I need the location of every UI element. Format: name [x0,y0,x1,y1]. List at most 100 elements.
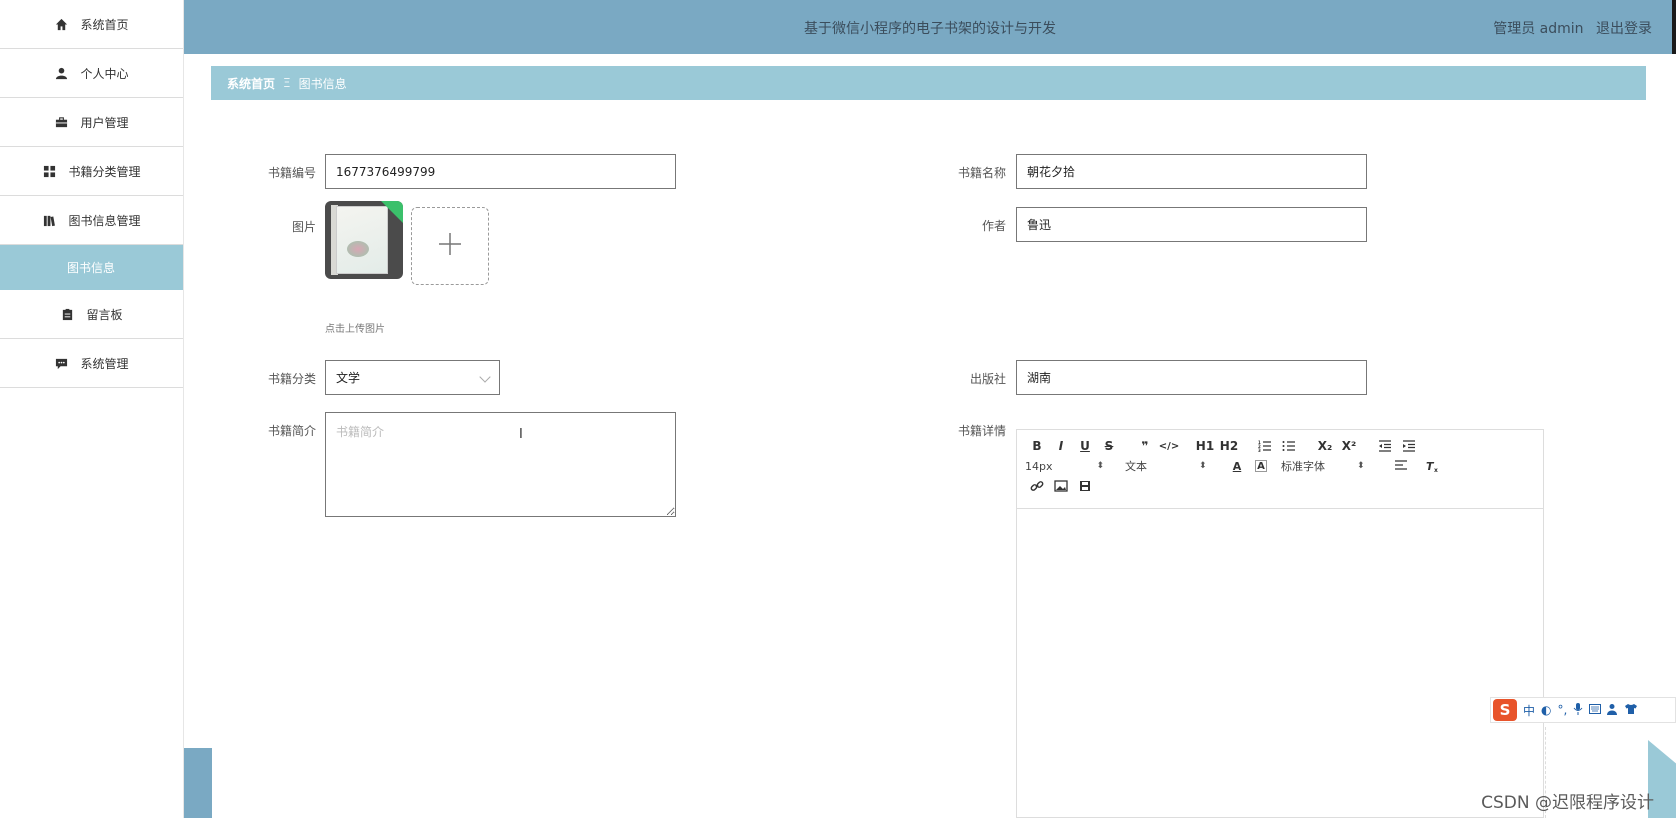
outdent-icon[interactable] [1373,437,1397,455]
subscript-button[interactable]: X₂ [1313,437,1337,455]
category-selected-value: 文学 [336,371,361,385]
chevron-down-icon [479,371,491,383]
font-family-select[interactable]: 标准字体 ⬍ [1281,458,1389,474]
text-cursor-icon: I [519,427,523,442]
superscript-button[interactable]: X² [1337,437,1361,455]
text-type-select[interactable]: 文本 ⬍ [1125,458,1225,474]
select-arrows-icon: ⬍ [1096,461,1105,471]
breadcrumb-home[interactable]: 系统首页 [227,75,275,92]
heading1-button[interactable]: H1 [1193,437,1217,455]
author-input[interactable]: 鲁迅 [1016,207,1367,242]
plus-icon [437,231,463,261]
sidebar-item-system[interactable]: 系统管理 [0,339,183,388]
sidebar-item-label: 用户管理 [80,115,129,130]
microphone-icon[interactable] [1573,702,1583,718]
editor-toolbar: B I U S ❞ </> H1 H2 123 X₂ X² 14px ⬍ 文本 … [1017,430,1543,509]
sidebar-subitem-label: 图书信息 [67,261,116,275]
grid-icon [42,164,56,178]
background-color-icon[interactable]: A [1255,460,1267,472]
strike-button[interactable]: S [1097,437,1121,455]
book-cover [337,207,387,273]
top-header: 基于微信小程序的电子书架的设计与开发 管理员 admin 退出登录 [184,0,1676,54]
toolbar-row-1: B I U S ❞ </> H1 H2 123 X₂ X² [1025,436,1535,456]
text-type-value: 文本 [1125,460,1147,473]
category-label: 书籍分类 [267,372,316,386]
breadcrumb: 系统首页 Ξ 图书信息 [211,66,1646,100]
breadcrumb-current: 图书信息 [298,76,347,91]
sidebar-item-profile[interactable]: 个人中心 [0,49,183,98]
toolbar-row-3 [1025,476,1535,496]
sidebar-item-label: 系统首页 [80,17,129,32]
ordered-list-icon[interactable]: 123 [1253,437,1277,455]
book-name-input[interactable]: 朝花夕拾 [1016,154,1367,189]
books-icon [42,213,56,227]
font-family-value: 标准字体 [1281,460,1325,473]
breadcrumb-separator: Ξ [283,76,291,90]
cover-illustration [347,241,369,257]
intro-label: 书籍简介 [267,424,316,438]
category-select[interactable]: 文学 [325,360,500,395]
keyboard-icon[interactable] [1589,703,1602,717]
indent-icon[interactable] [1397,437,1421,455]
toolbar-row-2: 14px ⬍ 文本 ⬍ A A 标准字体 ⬍ Tx [1025,456,1535,476]
sidebar-item-home[interactable]: 系统首页 [0,0,183,49]
watermark: CSDN @迟限程序设计 [1481,793,1654,813]
publisher-input[interactable]: 湖南 [1016,360,1367,395]
clear-format-icon[interactable]: Tx [1421,457,1445,475]
font-size-value: 14px [1025,459,1053,473]
book-no-input[interactable]: 1677376499799 [325,154,676,189]
sidebar-item-label: 图书信息管理 [68,213,141,228]
select-arrows-icon: ⬍ [1199,461,1207,471]
image-label: 图片 [291,220,316,234]
sidebar-item-label: 系统管理 [80,356,129,371]
heading2-button[interactable]: H2 [1217,437,1241,455]
detail-label: 书籍详情 [957,424,1006,438]
user-role: 管理员 admin [1493,21,1584,37]
italic-button[interactable]: I [1049,437,1073,455]
background-decoration-left [184,748,212,818]
sidebar-item-label: 留言板 [86,307,123,322]
underline-button[interactable]: U [1073,437,1097,455]
font-color-icon[interactable]: A [1225,457,1249,475]
book-name-label: 书籍名称 [957,166,1006,180]
font-size-select[interactable]: 14px ⬍ [1025,460,1125,473]
sidebar-item-books[interactable]: 图书信息管理 [0,196,183,245]
video-icon[interactable] [1073,477,1097,495]
sidebar: 系统首页 个人中心 用户管理 书籍分类管理 图书信息管理 图书信息 留言板 系统… [0,0,184,818]
align-icon[interactable] [1389,457,1413,475]
editor-content-area[interactable] [1017,509,1543,818]
briefcase-icon [54,115,68,129]
svg-text:x: x [1434,467,1438,472]
ime-mode[interactable]: 中 [1523,702,1535,719]
book-cover-thumbnail[interactable] [325,201,403,279]
bullet-list-icon[interactable] [1277,437,1301,455]
sidebar-item-categories[interactable]: 书籍分类管理 [0,147,183,196]
author-label: 作者 [981,219,1006,233]
intro-textarea[interactable] [325,412,676,517]
sidebar-item-label: 书籍分类管理 [68,164,141,179]
clipboard-icon [60,307,74,321]
sidebar-subitem-book-info[interactable]: 图书信息 [0,245,183,290]
image-icon[interactable] [1049,477,1073,495]
account-icon[interactable] [1607,703,1619,718]
blockquote-button[interactable]: ❞ [1133,437,1157,455]
code-block-button[interactable]: </> [1157,437,1181,455]
publisher-label: 出版社 [969,372,1006,386]
image-upload-button[interactable] [411,207,489,285]
bold-button[interactable]: B [1025,437,1049,455]
svg-text:3: 3 [1258,448,1261,452]
user-area: 管理员 admin 退出登录 [1493,18,1652,38]
punctuation-icon[interactable]: °, [1558,703,1568,717]
ime-logo-icon[interactable]: S [1493,699,1517,721]
link-icon[interactable] [1025,477,1049,495]
shirt-icon[interactable] [1625,703,1638,718]
sidebar-item-messages[interactable]: 留言板 [0,290,183,339]
logout-link[interactable]: 退出登录 [1596,21,1652,37]
ime-toolbar: S 中 ◐ °, [1490,697,1676,723]
book-no-label: 书籍编号 [267,166,316,180]
sidebar-item-users[interactable]: 用户管理 [0,98,183,147]
app-title: 基于微信小程序的电子书架的设计与开发 [804,21,1056,37]
select-arrows-icon: ⬍ [1357,461,1365,471]
moon-icon[interactable]: ◐ [1541,703,1551,717]
window-edge [1672,0,1676,54]
